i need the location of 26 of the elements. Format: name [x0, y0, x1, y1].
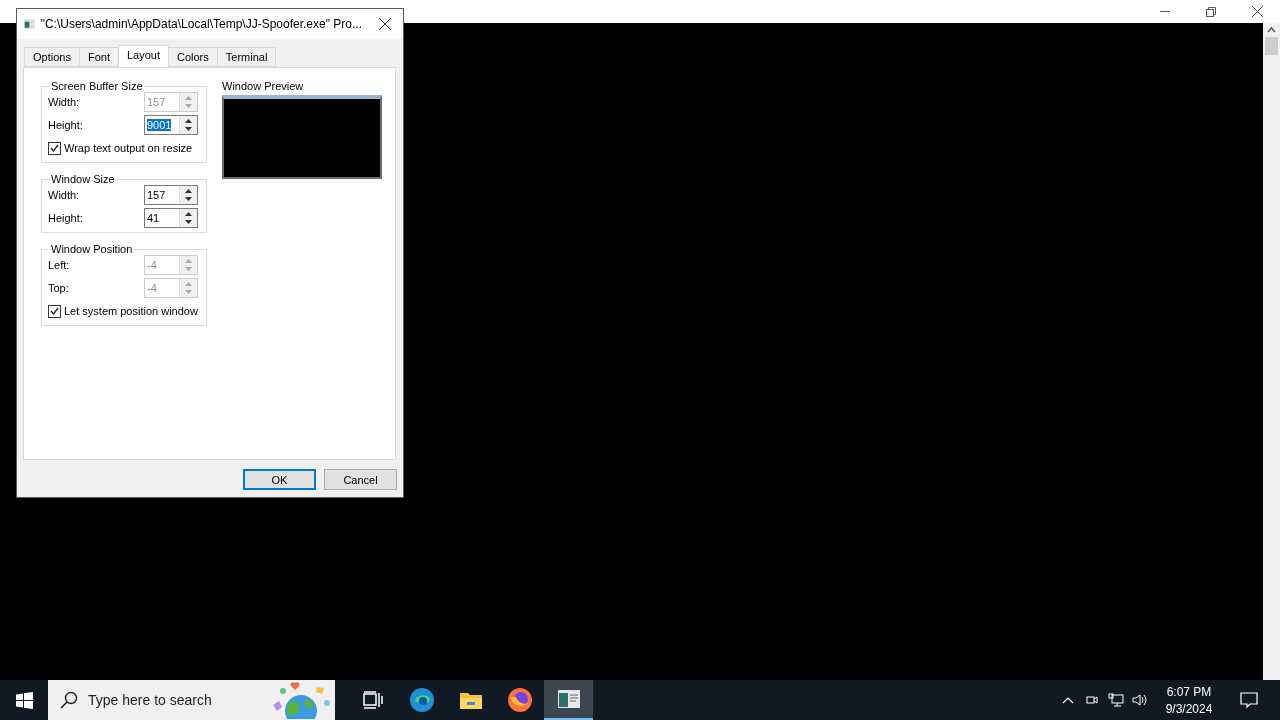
- preview-label: Window Preview: [222, 80, 305, 92]
- number-field[interactable]: 157: [144, 185, 198, 205]
- field-label: Left:: [48, 259, 71, 271]
- field-label: Height:: [48, 119, 84, 131]
- group-label: Window Size: [50, 173, 116, 185]
- window-title: "C:\Users\admin\AppData\Local\Temp\JJ-Spoofer.exe" Pro...: [40, 17, 362, 31]
- clock-date[interactable]: 9/3/2024: [1165, 701, 1213, 716]
- checkbox-label: Let system position window: [64, 305, 198, 317]
- search-field[interactable]: Type here to search: [48, 680, 335, 720]
- number-field[interactable]: 41: [144, 208, 198, 228]
- field-label: Top:: [48, 282, 70, 294]
- cancel-button[interactable]: Cancel: [324, 469, 397, 490]
- group-label: Window Position: [50, 243, 134, 255]
- tab[interactable]: Terminal: [216, 47, 277, 67]
- field-label: Width:: [48, 96, 81, 108]
- checkbox-label: Wrap text output on resize: [64, 142, 193, 154]
- tab[interactable]: Colors: [167, 47, 218, 67]
- tab[interactable]: Font: [78, 47, 119, 67]
- tab[interactable]: Options: [24, 47, 80, 67]
- number-field[interactable]: 9001: [144, 115, 198, 135]
- field-label: Height:: [48, 212, 84, 224]
- group-label: Screen Buffer Size: [50, 80, 144, 92]
- field-label: Width:: [48, 189, 81, 201]
- tab[interactable]: Layout: [117, 45, 169, 67]
- ok-button[interactable]: OK: [243, 469, 316, 490]
- clock-time[interactable]: 6:07 PM: [1166, 684, 1212, 699]
